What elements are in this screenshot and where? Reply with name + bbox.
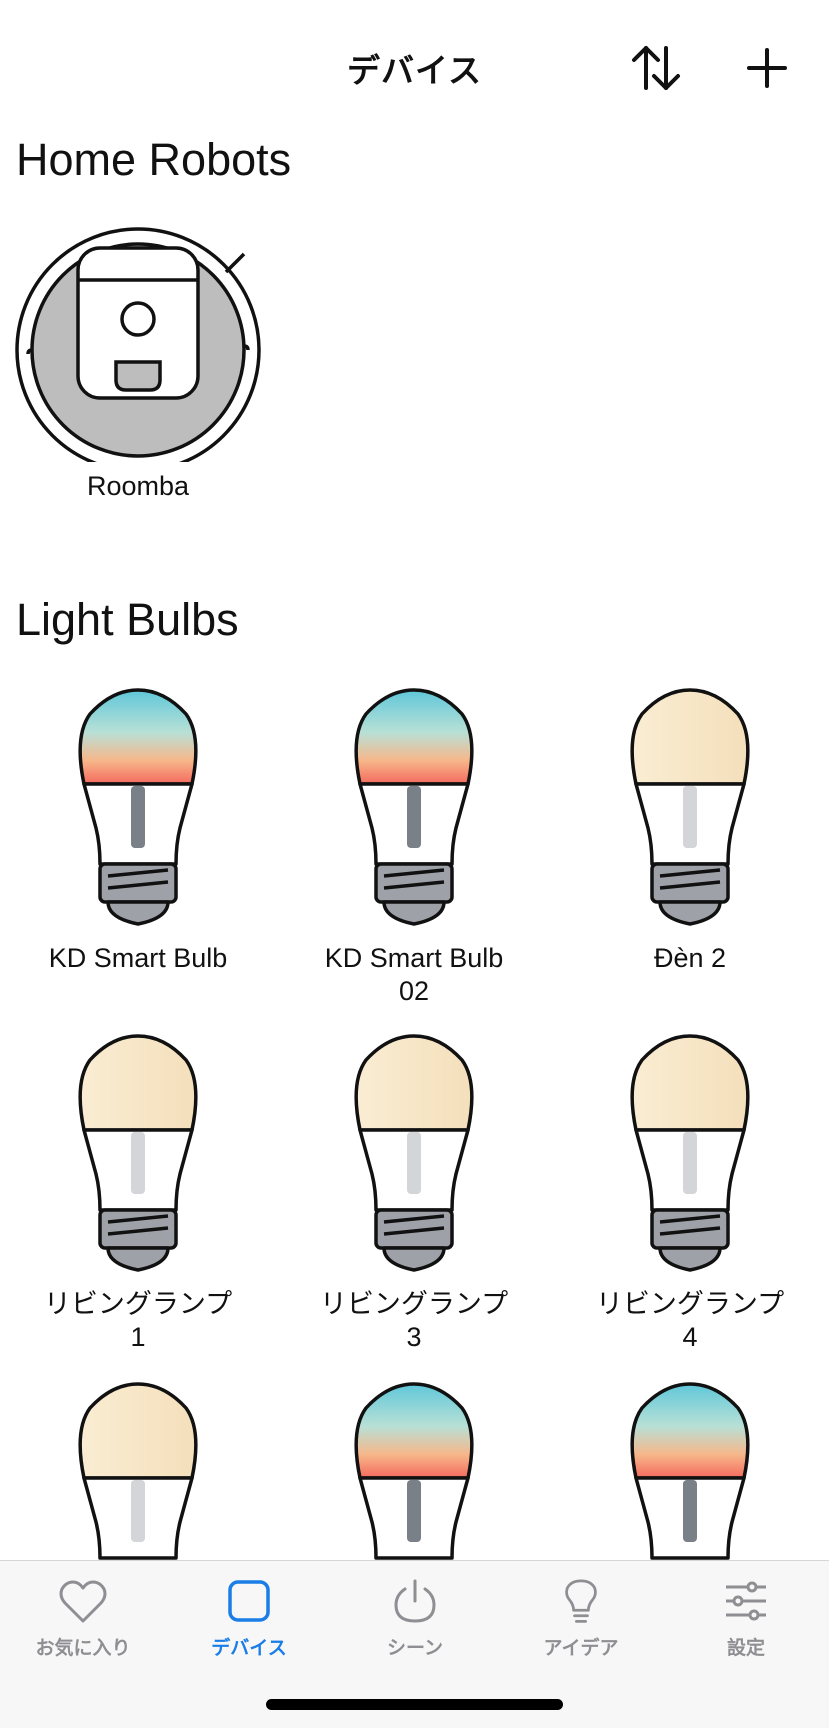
plus-icon [747, 48, 787, 88]
tab-devices[interactable]: デバイス [166, 1579, 332, 1660]
device-name: KD Smart Bulb [48, 943, 228, 973]
tab-favorites[interactable]: お気に入り [0, 1579, 166, 1660]
device-name: リビングランプ 4 [595, 1289, 785, 1352]
color-bulb-icon [78, 688, 198, 926]
add-device-button[interactable] [737, 40, 797, 96]
device-name: Đèn 2 [653, 943, 727, 973]
rounded-square-icon [228, 1580, 270, 1622]
device-name: KD Smart Bulb 02 [324, 943, 504, 1006]
sliders-icon [726, 1581, 766, 1621]
device-name: リビングランプ 1 [43, 1289, 233, 1352]
device-tile-living-lamp-3[interactable]: リビングランプ 3 [276, 1032, 552, 1354]
section-title-light-bulbs: Light Bulbs [16, 594, 239, 645]
section-title-home-robots: Home Robots [16, 134, 292, 185]
device-name: リビングランプ 3 [319, 1289, 509, 1352]
white-bulb-icon [630, 1034, 750, 1272]
tab-label: 設定 [726, 1637, 765, 1659]
lightbulb-icon [565, 1579, 597, 1623]
white-bulb-icon [354, 1034, 474, 1272]
device-tile-roomba[interactable]: Roomba [0, 222, 276, 503]
device-tile-den-2[interactable]: Đèn 2 [552, 686, 828, 975]
white-bulb-icon [630, 688, 750, 926]
tab-settings[interactable]: 設定 [663, 1579, 829, 1660]
sort-button[interactable] [626, 40, 686, 96]
heart-icon [59, 1580, 107, 1623]
device-tile-living-lamp-4[interactable]: リビングランプ 4 [552, 1032, 828, 1354]
device-tile-living-lamp-1[interactable]: リビングランプ 1 [0, 1032, 276, 1354]
tab-label: デバイス [211, 1637, 287, 1659]
tab-label: シーン [386, 1637, 444, 1659]
tab-scenes[interactable]: シーン [332, 1579, 498, 1660]
device-name: Roomba [86, 471, 190, 501]
tab-bar: お気に入り デバイス シーン アイデア 設定 [0, 1560, 829, 1728]
device-tile-kd-smart-bulb-02[interactable]: KD Smart Bulb 02 [276, 686, 552, 1008]
tab-ideas[interactable]: アイデア [498, 1579, 664, 1660]
home-indicator[interactable] [266, 1699, 563, 1710]
white-bulb-icon [78, 1034, 198, 1272]
page-title: デバイス [346, 51, 482, 90]
device-tile-kd-smart-bulb[interactable]: KD Smart Bulb [0, 686, 276, 975]
power-icon [394, 1579, 436, 1623]
robot-vacuum-icon [15, 227, 261, 462]
nav-bar: デバイス [0, 0, 829, 140]
tab-label: アイデア [543, 1637, 619, 1659]
sort-arrows-icon [632, 46, 680, 90]
tab-label: お気に入り [35, 1637, 131, 1659]
color-bulb-icon [354, 688, 474, 926]
